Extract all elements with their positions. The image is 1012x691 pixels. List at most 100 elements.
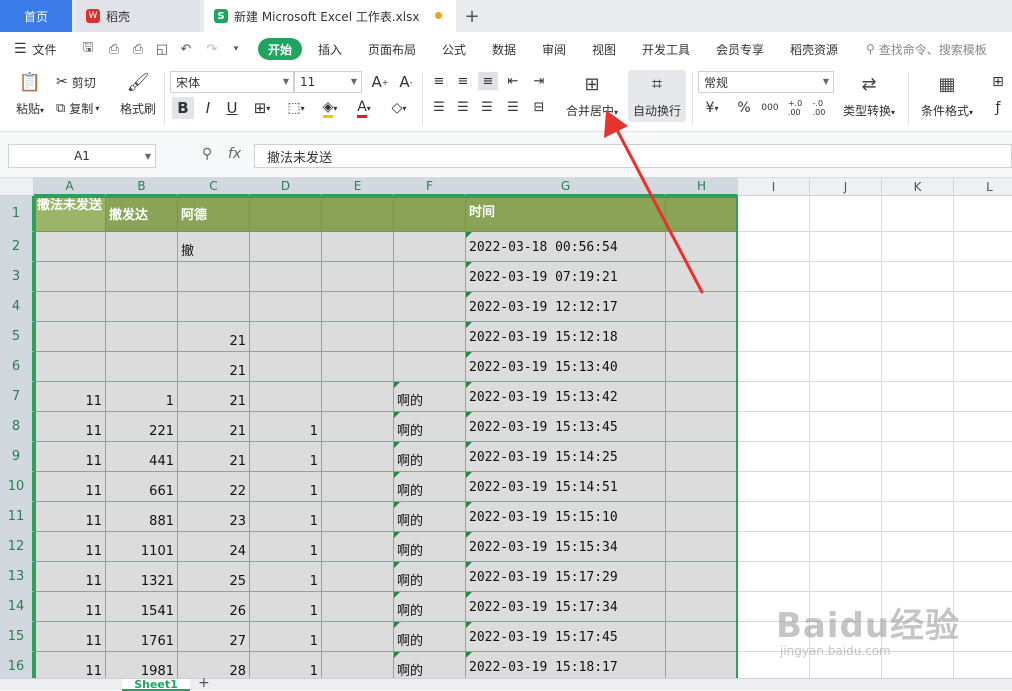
cell-i13[interactable] bbox=[738, 562, 810, 592]
cell-b13[interactable]: 1321 bbox=[106, 562, 178, 592]
cell-f1[interactable] bbox=[394, 196, 466, 232]
cell-d8[interactable]: 1 bbox=[250, 412, 322, 442]
column-header-h[interactable]: H bbox=[666, 178, 738, 196]
cell-e1[interactable] bbox=[322, 196, 394, 232]
cell-i8[interactable] bbox=[738, 412, 810, 442]
cell-k6[interactable] bbox=[882, 352, 954, 382]
column-header-g[interactable]: G bbox=[466, 178, 666, 196]
cell-f11[interactable]: 啊的 bbox=[394, 502, 466, 532]
cell-j4[interactable] bbox=[810, 292, 882, 322]
tab-daoke[interactable]: W 稻壳 bbox=[76, 0, 200, 32]
zoom-icon[interactable]: ⚲ bbox=[202, 146, 212, 162]
cell-l11[interactable] bbox=[954, 502, 1012, 532]
cell-k5[interactable] bbox=[882, 322, 954, 352]
print-preview-icon[interactable]: ◱ bbox=[154, 41, 170, 57]
merge-center-button[interactable]: ⊞ 合并居中▾ bbox=[560, 70, 624, 122]
underline-button[interactable]: U bbox=[222, 97, 242, 119]
cell-e11[interactable] bbox=[322, 502, 394, 532]
italic-button[interactable]: I bbox=[198, 97, 218, 119]
column-header-e[interactable]: E bbox=[322, 178, 394, 196]
cell-e5[interactable] bbox=[322, 322, 394, 352]
row-header-4[interactable]: 4 bbox=[0, 292, 34, 322]
currency-button[interactable]: ¥ ▾ bbox=[700, 98, 724, 118]
tab-review[interactable]: 审阅 bbox=[542, 32, 566, 66]
cell-k10[interactable] bbox=[882, 472, 954, 502]
cell-g11[interactable]: 2022-03-19 15:15:10 bbox=[466, 502, 666, 532]
cell-g5[interactable]: 2022-03-19 15:12:18 bbox=[466, 322, 666, 352]
column-header-d[interactable]: D bbox=[250, 178, 322, 196]
cell-i6[interactable] bbox=[738, 352, 810, 382]
align-center-button[interactable]: ☰ bbox=[454, 98, 472, 116]
cell-d3[interactable] bbox=[250, 262, 322, 292]
row-header-12[interactable]: 12 bbox=[0, 532, 34, 562]
cell-f2[interactable] bbox=[394, 232, 466, 262]
row-header-10[interactable]: 10 bbox=[0, 472, 34, 502]
cell-l3[interactable] bbox=[954, 262, 1012, 292]
cell-f8[interactable]: 啊的 bbox=[394, 412, 466, 442]
cell-e15[interactable] bbox=[322, 622, 394, 652]
percent-button[interactable]: % bbox=[734, 98, 754, 118]
cell-k11[interactable] bbox=[882, 502, 954, 532]
cell-d2[interactable] bbox=[250, 232, 322, 262]
cell-l9[interactable] bbox=[954, 442, 1012, 472]
cell-c13[interactable]: 25 bbox=[178, 562, 250, 592]
cell-k7[interactable] bbox=[882, 382, 954, 412]
cell-c2[interactable]: 撤 bbox=[178, 232, 250, 262]
align-top-button[interactable]: ≡ bbox=[430, 72, 448, 90]
cell-b11[interactable]: 881 bbox=[106, 502, 178, 532]
cell-i4[interactable] bbox=[738, 292, 810, 322]
cell-h2[interactable] bbox=[666, 232, 738, 262]
cell-l5[interactable] bbox=[954, 322, 1012, 352]
sum-button[interactable]: ƒ bbox=[984, 98, 1012, 118]
tab-home-ribbon[interactable]: 开始 bbox=[258, 38, 303, 60]
cell-f9[interactable]: 啊的 bbox=[394, 442, 466, 472]
cell-c3[interactable] bbox=[178, 262, 250, 292]
insert-function-button[interactable]: fx bbox=[228, 146, 241, 162]
cell-a2[interactable] bbox=[34, 232, 106, 262]
column-header-b[interactable]: B bbox=[106, 178, 178, 196]
cell-c14[interactable]: 26 bbox=[178, 592, 250, 622]
cell-i1[interactable] bbox=[738, 196, 810, 232]
decrease-font-button[interactable]: A- bbox=[396, 71, 416, 93]
cell-h3[interactable] bbox=[666, 262, 738, 292]
cell-b5[interactable] bbox=[106, 322, 178, 352]
distribute-button[interactable]: ⊟ bbox=[530, 98, 548, 116]
cell-b3[interactable] bbox=[106, 262, 178, 292]
cell-e8[interactable] bbox=[322, 412, 394, 442]
quick-access-dropdown-icon[interactable]: ▾ bbox=[228, 41, 244, 57]
cell-j11[interactable] bbox=[810, 502, 882, 532]
cell-k2[interactable] bbox=[882, 232, 954, 262]
cell-g1[interactable]: 时间 bbox=[466, 196, 666, 232]
cell-a5[interactable] bbox=[34, 322, 106, 352]
cell-h4[interactable] bbox=[666, 292, 738, 322]
cell-k9[interactable] bbox=[882, 442, 954, 472]
cell-c4[interactable] bbox=[178, 292, 250, 322]
cell-j6[interactable] bbox=[810, 352, 882, 382]
tab-member[interactable]: 会员专享 bbox=[716, 32, 764, 66]
cell-b12[interactable]: 1101 bbox=[106, 532, 178, 562]
cell-c12[interactable]: 24 bbox=[178, 532, 250, 562]
cell-h15[interactable] bbox=[666, 622, 738, 652]
cell-f7[interactable]: 啊的 bbox=[394, 382, 466, 412]
cell-f10[interactable]: 啊的 bbox=[394, 472, 466, 502]
cell-d6[interactable] bbox=[250, 352, 322, 382]
tab-insert[interactable]: 插入 bbox=[318, 32, 342, 66]
cell-c15[interactable]: 27 bbox=[178, 622, 250, 652]
cell-i2[interactable] bbox=[738, 232, 810, 262]
cell-l10[interactable] bbox=[954, 472, 1012, 502]
cell-h8[interactable] bbox=[666, 412, 738, 442]
cell-a9[interactable]: 11 bbox=[34, 442, 106, 472]
cell-h5[interactable] bbox=[666, 322, 738, 352]
cell-l13[interactable] bbox=[954, 562, 1012, 592]
cell-c5[interactable]: 21 bbox=[178, 322, 250, 352]
justify-button[interactable]: ☰ bbox=[504, 98, 522, 116]
auto-wrap-button[interactable]: ⌗ 自动换行 bbox=[628, 70, 686, 122]
cell-a7[interactable]: 11 bbox=[34, 382, 106, 412]
cell-b10[interactable]: 661 bbox=[106, 472, 178, 502]
cell-i12[interactable] bbox=[738, 532, 810, 562]
cell-g3[interactable]: 2022-03-19 07:19:21 bbox=[466, 262, 666, 292]
file-menu[interactable]: ☰ 文件 bbox=[14, 32, 57, 66]
conditional-format-button[interactable]: ▦ 条件格式▾ bbox=[916, 70, 978, 122]
align-right-button[interactable]: ☰ bbox=[478, 98, 496, 116]
cell-a13[interactable]: 11 bbox=[34, 562, 106, 592]
